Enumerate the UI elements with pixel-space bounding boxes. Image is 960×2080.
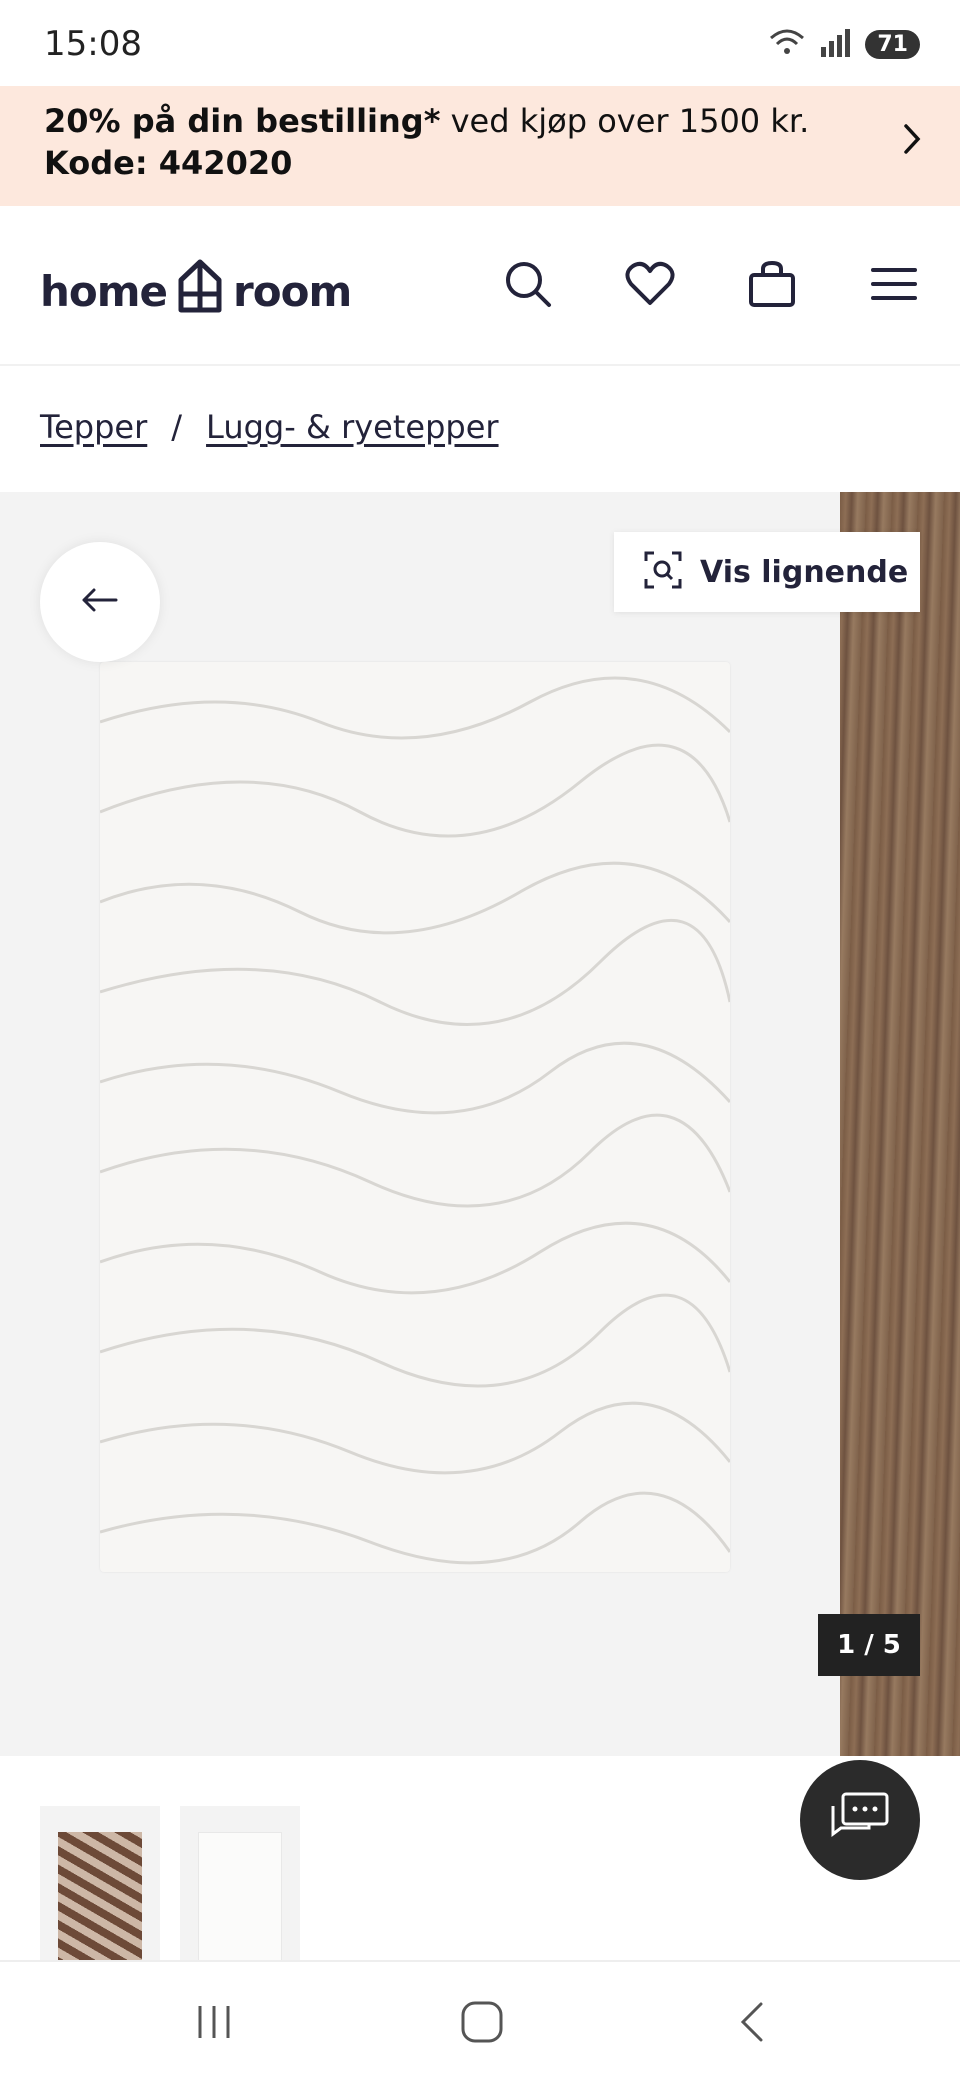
- promo-banner[interactable]: 20% på din bestilling* ved kjøp over 150…: [0, 86, 960, 206]
- arrow-left-icon: [80, 586, 120, 618]
- bag-icon[interactable]: [746, 258, 798, 310]
- search-icon[interactable]: [502, 258, 554, 310]
- logo-text-home: home: [40, 266, 168, 316]
- home-icon[interactable]: [452, 1992, 512, 2052]
- chat-icon: [829, 1790, 891, 1850]
- chat-button[interactable]: [800, 1760, 920, 1880]
- promo-regular-text: ved kjøp over 1500 kr.: [440, 102, 810, 140]
- status-bar: 15:08 71: [0, 0, 960, 86]
- back-button[interactable]: [40, 542, 160, 662]
- breadcrumb-separator: /: [171, 408, 183, 446]
- back-icon[interactable]: [722, 1992, 782, 2052]
- site-header: home room: [0, 206, 960, 366]
- product-image[interactable]: [99, 662, 732, 1572]
- recent-apps-icon[interactable]: [184, 1992, 244, 2052]
- thumbnail-item[interactable]: [180, 1806, 300, 1966]
- promo-code: Kode: 442020: [44, 144, 293, 182]
- logo-text-room: room: [233, 266, 352, 316]
- next-image-preview: [840, 492, 960, 1756]
- header-actions: [502, 258, 920, 310]
- logo[interactable]: home room: [40, 258, 352, 324]
- thumbnail-image: [198, 1832, 282, 1966]
- vis-lignende-label: Vis lignende: [700, 554, 909, 590]
- signal-icon: [819, 27, 853, 61]
- breadcrumb-link-tepper[interactable]: Tepper: [40, 408, 147, 446]
- thumbnail-strip: [40, 1806, 300, 1966]
- system-nav-bar: [0, 1960, 960, 2080]
- visual-search-icon: [644, 551, 682, 593]
- wifi-icon: [767, 26, 807, 62]
- chevron-right-icon[interactable]: [902, 122, 924, 160]
- thumbnail-item[interactable]: [40, 1806, 160, 1966]
- house-logo-icon: [177, 258, 223, 324]
- status-icons: 71: [767, 26, 920, 62]
- promo-text: 20% på din bestilling* ved kjøp over 150…: [44, 102, 809, 140]
- status-time: 15:08: [44, 24, 142, 64]
- promo-bold-text: 20% på din bestilling*: [44, 102, 441, 140]
- image-counter: 1 / 5: [818, 1614, 920, 1676]
- vis-lignende-button[interactable]: Vis lignende: [614, 532, 920, 612]
- product-gallery[interactable]: Vis lignende 1 / 5: [0, 492, 960, 1756]
- heart-icon[interactable]: [624, 258, 676, 310]
- breadcrumb-link-lugg-ryetepper[interactable]: Lugg- & ryetepper: [206, 408, 499, 446]
- breadcrumb: Tepper / Lugg- & ryetepper: [40, 408, 499, 446]
- menu-icon[interactable]: [868, 258, 920, 310]
- battery-icon: 71: [865, 29, 920, 59]
- thumbnail-image: [58, 1832, 142, 1966]
